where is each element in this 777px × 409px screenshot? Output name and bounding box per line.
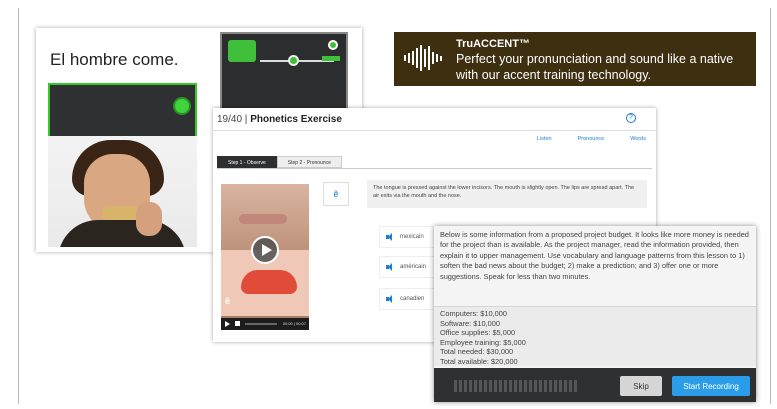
- budget-line: Software: $10,000: [440, 318, 500, 328]
- budget-line: Total needed: $30,000: [440, 347, 514, 357]
- speaker-icon[interactable]: [386, 295, 394, 303]
- video-progress-track[interactable]: [245, 323, 277, 325]
- speaker-icon[interactable]: [386, 233, 394, 241]
- mixer-bar-icon: [322, 56, 340, 61]
- link-pronounce[interactable]: Pronounce: [578, 136, 605, 142]
- speaking-task-panel: Below is some information from a propose…: [434, 226, 756, 402]
- step-tabs: Step 1 - Observe Step 2 - Pronounce: [217, 156, 342, 168]
- budget-line: Total available: $20,000: [440, 356, 518, 366]
- task-prompt: Below is some information from a propose…: [440, 230, 749, 281]
- word-label: canadien: [400, 296, 425, 302]
- record-indicator-icon[interactable]: [175, 99, 189, 113]
- budget-line: Employee training: $5,000: [440, 337, 526, 347]
- level-meter-icon: [228, 40, 256, 62]
- audio-level-meter: [454, 380, 578, 392]
- budget-line: Computers: $10,000: [440, 309, 507, 318]
- exercise-title: Phonetics Exercise: [250, 114, 342, 125]
- phoneme-description: The tongue is pressed against the lower …: [367, 180, 647, 208]
- exercise-links: Listen Pronounce Words: [537, 136, 646, 142]
- volume-slider-knob[interactable]: [288, 55, 299, 66]
- speaker-icon[interactable]: [386, 263, 394, 271]
- exercise-header: 19/40 | Phonetics Exercise: [217, 114, 342, 125]
- phrase-text: El hombre come.: [50, 50, 179, 69]
- phoneme-glyph: ẽ: [323, 182, 349, 206]
- word-label: américain: [400, 264, 427, 270]
- audio-mixer-panel[interactable]: [220, 32, 348, 104]
- banner-brand: TruACCENT™: [456, 38, 530, 50]
- word-label: mexicain: [400, 234, 424, 240]
- tab-pronounce[interactable]: Step 2 - Pronounce: [276, 156, 342, 168]
- mouth-anatomy-video[interactable]: ẽ 00:00 | 00:07: [221, 184, 309, 330]
- video-time: 00:00 | 00:07: [282, 321, 306, 326]
- start-recording-button[interactable]: Start Recording: [672, 376, 750, 396]
- word-item[interactable]: canadien: [379, 288, 435, 310]
- banner-tagline: Perfect your pronunciation and sound lik…: [456, 52, 734, 82]
- exercise-progress: 19/40: [217, 114, 243, 125]
- video-stop-icon[interactable]: [235, 321, 240, 326]
- help-icon[interactable]: ?: [626, 113, 636, 123]
- recording-box[interactable]: [48, 83, 197, 144]
- video-play-icon[interactable]: [225, 321, 230, 327]
- budget-list: Computers: $10,000 Software: $10,000 Off…: [434, 306, 756, 366]
- soundwave-icon: [404, 44, 448, 72]
- budget-line: Office supplies: $5,000: [440, 328, 516, 338]
- link-listen[interactable]: Listen: [537, 136, 552, 142]
- truaccent-banner: TruACCENT™ Perfect your pronunciation an…: [394, 32, 756, 86]
- word-item[interactable]: mexicain: [379, 226, 435, 248]
- man-eating-photo: [48, 136, 197, 247]
- link-words[interactable]: Words: [630, 136, 646, 142]
- skip-button[interactable]: Skip: [620, 376, 662, 396]
- tab-observe[interactable]: Step 1 - Observe: [217, 156, 277, 168]
- video-phoneme-mark: ẽ: [225, 296, 231, 306]
- play-icon[interactable]: [251, 236, 279, 264]
- recorder-footer: Skip Start Recording: [434, 368, 756, 402]
- word-item[interactable]: américain: [379, 256, 435, 278]
- mixer-indicator-icon: [328, 40, 338, 50]
- video-controls[interactable]: 00:00 | 00:07: [221, 318, 309, 330]
